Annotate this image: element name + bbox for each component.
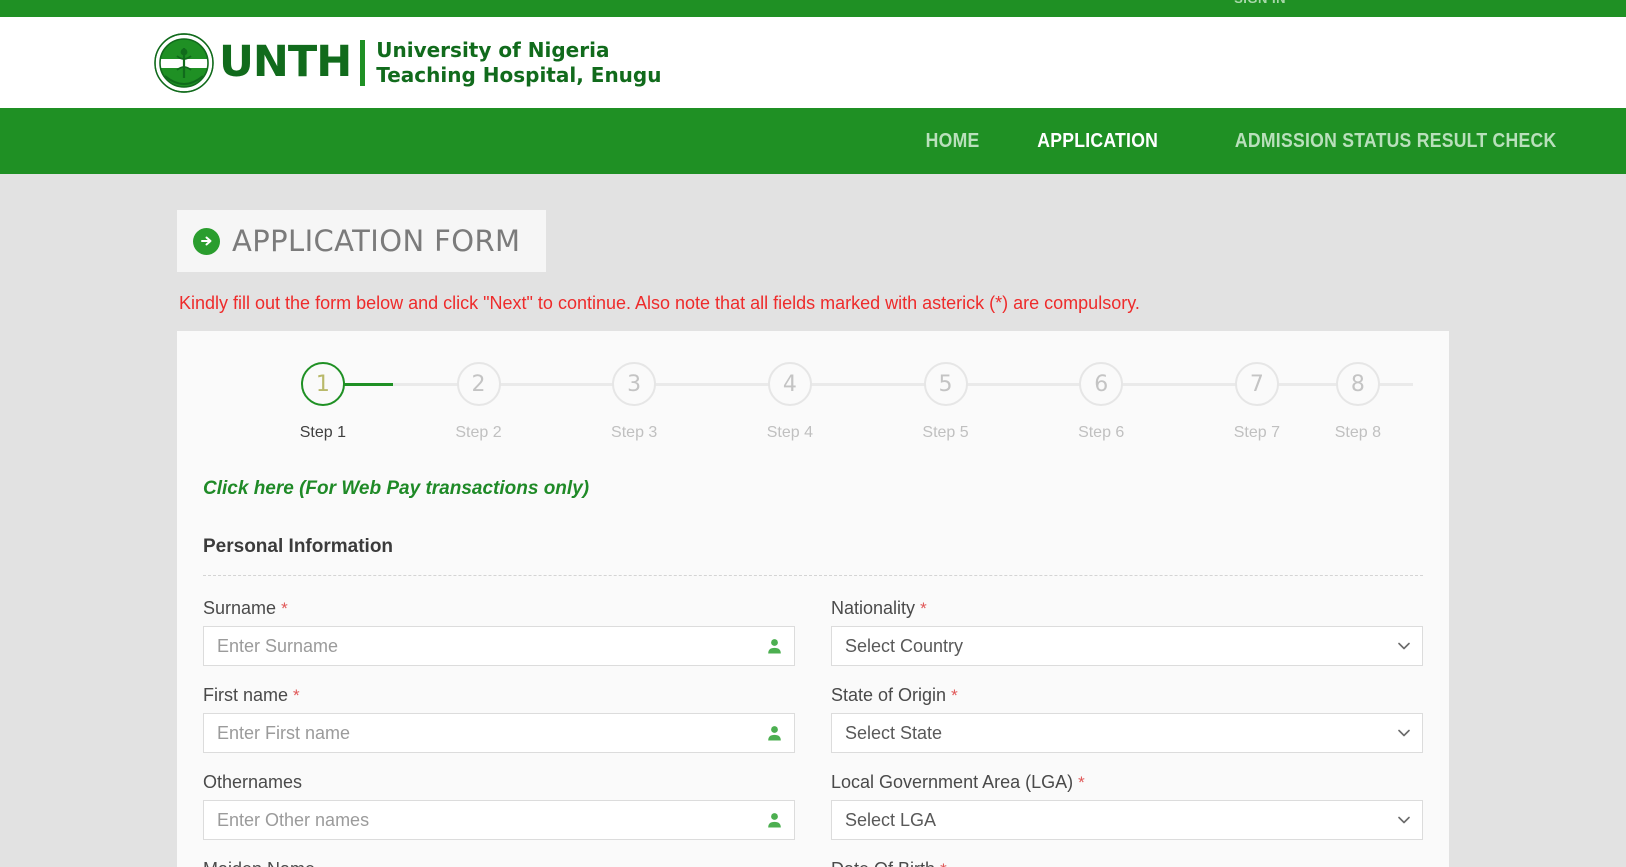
label-date-of-birth-text: Date Of Birth: [831, 859, 935, 867]
step-label-3: Step 3: [611, 424, 658, 441]
label-surname-text: Surname: [203, 598, 277, 618]
state-of-origin-select[interactable]: Select State: [831, 713, 1423, 753]
required-marker: *: [1078, 773, 1085, 792]
label-local-government-area: Local Government Area (LGA) *: [831, 772, 1423, 793]
label-maiden-name-text: Maiden Name: [203, 859, 315, 867]
step-item-6[interactable]: 6 Step 6: [1023, 362, 1257, 442]
nationality-select[interactable]: Select Country: [831, 626, 1423, 666]
field-first-name: First name *: [203, 685, 795, 753]
step-item-3[interactable]: 3 Step 3: [556, 362, 790, 442]
form-column-right: Nationality * Select Country State of Or…: [831, 598, 1423, 867]
required-marker: *: [293, 686, 300, 705]
label-state-of-origin: State of Origin *: [831, 685, 1423, 706]
step-progress-indicator: 1 Step 1 2 Step 2 3 Step 3 4 Step 4 5 St…: [191, 362, 1435, 442]
field-date-of-birth: Date Of Birth *: [831, 859, 1423, 867]
page-title-text: APPLICATION FORM: [232, 224, 521, 258]
step-number-1: 1: [300, 362, 345, 406]
step-label-5: Step 5: [922, 424, 969, 441]
nav-item-application[interactable]: APPLICATION: [1017, 130, 1178, 153]
step-connector-3: [634, 383, 790, 386]
step-item-8[interactable]: 8 Step 8: [1335, 362, 1381, 442]
form-column-left: Surname * Enter Surname First name * Ent…: [203, 598, 795, 867]
field-maiden-name: Maiden Name: [203, 859, 795, 867]
logo-link[interactable]: UNTH University of Nigeria Teaching Hosp…: [153, 32, 661, 94]
step-label-8: Step 8: [1334, 424, 1381, 441]
step-connector-7: [1256, 383, 1413, 386]
top-utility-bar: SIGN IN: [0, 0, 1626, 17]
required-marker: *: [940, 860, 947, 867]
step-label-7: Step 7: [1233, 424, 1280, 441]
step-number-5: 5: [923, 362, 968, 406]
step-number-7: 7: [1234, 362, 1279, 406]
step-label-1: Step 1: [299, 424, 346, 441]
step-connector-1: [322, 383, 479, 386]
label-first-name-text: First name: [203, 685, 289, 705]
brand-line-1: University of Nigeria: [376, 38, 610, 63]
label-state-of-origin-text: State of Origin: [831, 685, 947, 705]
page-title: APPLICATION FORM: [177, 210, 547, 272]
page-body: APPLICATION FORM Kindly fill out the for…: [0, 174, 1626, 867]
field-local-government-area: Local Government Area (LGA) * Select LGA: [831, 772, 1423, 840]
section-divider: [203, 575, 1423, 576]
othernames-input[interactable]: [203, 800, 795, 840]
label-nationality-text: Nationality: [831, 598, 916, 618]
step-connector-4: [789, 383, 946, 386]
main-navigation: HOME APPLICATION ADMISSION STATUS RESULT…: [0, 108, 1626, 174]
step-number-4: 4: [767, 362, 812, 406]
step-item-2[interactable]: 2 Step 2: [401, 362, 635, 442]
local-government-area-select[interactable]: Select LGA: [831, 800, 1423, 840]
step-number-8: 8: [1335, 362, 1380, 406]
required-marker: *: [281, 599, 288, 618]
label-maiden-name: Maiden Name: [203, 859, 795, 867]
brand-institution-name: University of Nigeria Teaching Hospital,…: [376, 38, 661, 87]
label-date-of-birth: Date Of Birth *: [831, 859, 1423, 867]
sign-in-link[interactable]: SIGN IN: [1234, 0, 1286, 6]
step-item-4[interactable]: 4 Step 4: [712, 362, 946, 442]
field-othernames: Othernames: [203, 772, 795, 840]
label-othernames-text: Othernames: [203, 772, 303, 792]
step-number-2: 2: [456, 362, 501, 406]
personal-information-fields: Surname * Enter Surname First name * Ent…: [191, 598, 1435, 867]
brand-acronym: UNTH: [219, 37, 352, 87]
nav-item-home[interactable]: HOME: [905, 130, 999, 153]
application-form-card: 1 Step 1 2 Step 2 3 Step 3 4 Step 4 5 St…: [177, 331, 1449, 867]
brand-divider: [360, 39, 366, 86]
step-number-6: 6: [1079, 362, 1124, 406]
brand-header: UNTH University of Nigeria Teaching Hosp…: [0, 17, 1626, 108]
step-connector-5: [945, 383, 1102, 386]
step-number-3: 3: [612, 362, 657, 406]
label-surname: Surname *: [203, 598, 795, 619]
unth-crest-icon: [153, 32, 215, 94]
arrow-right-circle-icon: [193, 227, 220, 255]
step-label-2: Step 2: [455, 424, 502, 441]
step-item-7[interactable]: 7 Step 7: [1179, 362, 1413, 442]
required-marker: *: [951, 686, 958, 705]
field-state-of-origin: State of Origin * Select State: [831, 685, 1423, 753]
step-label-6: Step 6: [1078, 424, 1125, 441]
section-heading-personal-information: Personal Information: [203, 536, 394, 557]
content-container: APPLICATION FORM Kindly fill out the for…: [177, 174, 1449, 867]
label-nationality: Nationality *: [831, 598, 1423, 619]
web-pay-link[interactable]: Click here (For Web Pay transactions onl…: [203, 478, 589, 500]
label-local-government-area-text: Local Government Area (LGA): [831, 772, 1074, 792]
field-nationality: Nationality * Select Country: [831, 598, 1423, 666]
required-marker: *: [920, 599, 927, 618]
label-first-name: First name *: [203, 685, 795, 706]
nav-item-admission-status-result-check[interactable]: ADMISSION STATUS RESULT CHECK: [1214, 130, 1576, 153]
step-label-4: Step 4: [766, 424, 813, 441]
first-name-input[interactable]: [203, 713, 795, 753]
step-connector-2: [478, 383, 635, 386]
brand-line-2: Teaching Hospital, Enugu: [376, 62, 662, 87]
label-othernames: Othernames: [203, 772, 795, 793]
surname-input[interactable]: [203, 626, 795, 666]
step-item-1[interactable]: 1 Step 1: [245, 362, 479, 442]
field-surname: Surname *: [203, 598, 795, 666]
form-instruction-notice: Kindly fill out the form below and click…: [179, 293, 1140, 313]
step-connector-6: [1101, 383, 1257, 386]
step-item-5[interactable]: 5 Step 5: [868, 362, 1102, 442]
